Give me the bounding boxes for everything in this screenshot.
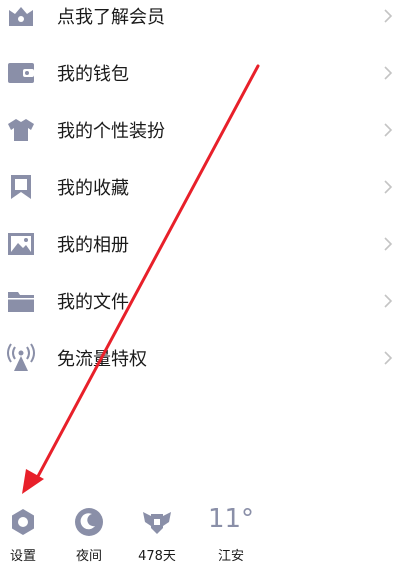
chevron-right-icon xyxy=(382,179,394,194)
gear-icon xyxy=(7,506,39,538)
menu-item-files[interactable]: 我的文件 xyxy=(0,272,400,329)
days-badge-button[interactable]: 478天 xyxy=(129,502,185,572)
bottom-toolbar: 设置 夜间 478天 11° 江安 xyxy=(0,502,400,578)
arrow-head-icon xyxy=(22,469,44,494)
night-mode-label: 夜间 xyxy=(75,549,102,564)
menu-item-label: 免流量特权 xyxy=(57,348,147,370)
winged-badge-icon xyxy=(141,506,173,538)
photo-icon xyxy=(6,229,36,259)
menu-item-label: 我的文件 xyxy=(57,291,129,313)
menu-item-label: 我的钱包 xyxy=(57,63,129,85)
moon-icon xyxy=(73,506,105,538)
menu-item-personal-decoration[interactable]: 我的个性装扮 xyxy=(0,101,400,158)
chevron-right-icon xyxy=(382,8,394,23)
chevron-right-icon xyxy=(382,350,394,365)
chevron-right-icon xyxy=(382,236,394,251)
night-mode-button[interactable]: 夜间 xyxy=(61,502,117,572)
menu-item-label: 我的个性装扮 xyxy=(57,120,165,142)
menu-item-label: 我的收藏 xyxy=(57,177,129,199)
days-label: 478天 xyxy=(138,549,176,564)
settings-label: 设置 xyxy=(9,549,36,564)
tshirt-icon xyxy=(6,115,36,145)
menu-item-label: 我的相册 xyxy=(57,234,129,256)
menu-item-label: 点我了解会员 xyxy=(57,6,165,28)
crown-icon xyxy=(6,1,36,31)
chevron-right-icon xyxy=(382,122,394,137)
menu-item-free-data[interactable]: 免流量特权 xyxy=(0,329,400,386)
menu-item-favorites[interactable]: 我的收藏 xyxy=(0,158,400,215)
settings-button[interactable]: 设置 xyxy=(0,502,51,572)
menu-item-membership[interactable]: 点我了解会员 xyxy=(0,0,400,44)
chevron-right-icon xyxy=(382,293,394,308)
bookmark-icon xyxy=(6,172,36,202)
wallet-icon xyxy=(6,58,36,88)
weather-button[interactable]: 11° 江安 xyxy=(203,502,259,572)
menu-item-album[interactable]: 我的相册 xyxy=(0,215,400,272)
settings-drawer: 点我了解会员 我的钱包 我的个性装扮 我的收藏 我的相册 我的文件 免流量特权 … xyxy=(0,0,400,578)
menu-item-wallet[interactable]: 我的钱包 xyxy=(0,44,400,101)
chevron-right-icon xyxy=(382,65,394,80)
temperature-value: 11° xyxy=(207,504,255,534)
folder-icon xyxy=(6,286,36,316)
signal-tower-icon xyxy=(6,342,36,373)
location-label: 江安 xyxy=(217,549,244,564)
